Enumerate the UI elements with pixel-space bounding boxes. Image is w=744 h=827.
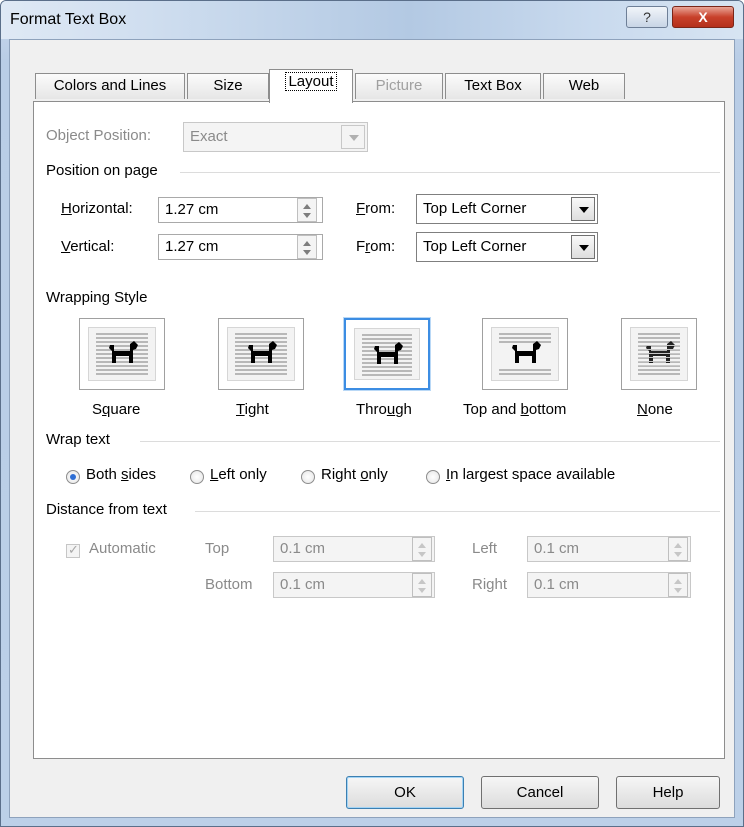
vertical-spinner[interactable]: [297, 235, 317, 259]
distance-from-text-heading: Distance from text: [46, 501, 167, 518]
largest-space-label[interactable]: In largest space available: [446, 466, 615, 483]
spin-up-icon: [418, 579, 426, 584]
right-distance-input: 0.1 cm: [527, 572, 691, 598]
largest-space-radio[interactable]: [426, 470, 440, 484]
top-label: Top: [205, 540, 230, 557]
title-help-button[interactable]: ?: [626, 6, 668, 28]
spin-up-icon: [674, 543, 682, 548]
spin-up-icon: [674, 579, 682, 584]
both-sides-radio[interactable]: [66, 470, 80, 484]
spin-down-icon: [418, 588, 426, 593]
wrap-through-button[interactable]: [344, 318, 430, 390]
bottom-distance-input: 0.1 cm: [273, 572, 435, 598]
chevron-down-icon: [341, 125, 365, 149]
wrap-top-bottom-button[interactable]: [482, 318, 568, 390]
wrap-square-button[interactable]: [79, 318, 165, 390]
ok-button[interactable]: OK: [346, 776, 464, 809]
horizontal-from-select[interactable]: Top Left Corner: [416, 194, 598, 224]
wrap-top-bottom-label: Top and bottom: [463, 401, 567, 418]
both-sides-label[interactable]: Both sides: [86, 466, 156, 483]
divider: [140, 441, 720, 442]
vertical-from-select[interactable]: Top Left Corner: [416, 232, 598, 262]
right-only-label[interactable]: Right only: [321, 466, 388, 483]
wrap-text-heading: Wrap text: [46, 431, 110, 448]
wrap-none-button[interactable]: [621, 318, 697, 390]
tab-web[interactable]: Web: [543, 73, 625, 99]
position-on-page-heading: Position on page: [46, 162, 158, 179]
left-only-radio[interactable]: [190, 470, 204, 484]
automatic-checkbox: [66, 542, 80, 558]
spin-down-icon: [418, 552, 426, 557]
top-spinner: [412, 537, 432, 561]
right-only-radio[interactable]: [301, 470, 315, 484]
wrap-through-label: Through: [356, 401, 412, 418]
bottom-spinner: [412, 573, 432, 597]
dog-square-icon: [96, 333, 148, 375]
close-button[interactable]: X: [672, 6, 734, 28]
cancel-button[interactable]: Cancel: [481, 776, 599, 809]
top-distance-input: 0.1 cm: [273, 536, 435, 562]
object-position-label: Object Position:: [46, 127, 152, 144]
spin-up-icon: [418, 543, 426, 548]
help-button[interactable]: Help: [616, 776, 720, 809]
dog-tight-icon: [235, 333, 287, 375]
spin-down-icon: [674, 552, 682, 557]
close-icon: X: [698, 9, 708, 25]
help-icon: ?: [643, 9, 651, 25]
wrap-tight-label: Tight: [236, 401, 269, 418]
spin-up-icon: [303, 204, 311, 209]
right-label: Right: [472, 576, 508, 593]
horizontal-label: Horizontal:: [61, 200, 133, 217]
dog-through-icon: [362, 334, 412, 376]
tab-size[interactable]: Size: [187, 73, 269, 99]
wrapping-style-heading: Wrapping Style: [46, 289, 148, 306]
tab-picture: Picture: [355, 73, 443, 99]
horizontal-spinner[interactable]: [297, 198, 317, 222]
horizontal-from-label: From:: [356, 200, 396, 217]
spin-down-icon: [674, 588, 682, 593]
spin-down-icon: [303, 213, 311, 218]
dialog-title: Format Text Box: [10, 11, 127, 28]
vertical-label: Vertical:: [61, 238, 115, 255]
object-position-select: Exact: [183, 122, 368, 152]
wrap-none-label: None: [637, 401, 673, 418]
divider: [180, 172, 720, 173]
title-bar[interactable]: Format Text Box ? X: [1, 1, 743, 39]
right-spinner: [668, 573, 688, 597]
automatic-label: Automatic: [89, 540, 156, 557]
spin-down-icon: [303, 250, 311, 255]
divider: [195, 511, 720, 512]
chevron-down-icon[interactable]: [571, 235, 595, 259]
tab-colors-and-lines[interactable]: Colors and Lines: [35, 73, 185, 99]
dog-top-bottom-icon: [499, 333, 551, 375]
tab-layout[interactable]: Layout: [269, 69, 353, 103]
vertical-from-label: From:: [356, 238, 396, 255]
left-distance-input: 0.1 cm: [527, 536, 691, 562]
dog-none-icon: [638, 333, 680, 375]
tab-text-box[interactable]: Text Box: [445, 73, 541, 99]
wrap-square-label: Square: [92, 401, 141, 418]
left-label: Left: [472, 540, 498, 557]
left-only-label[interactable]: Left only: [210, 466, 267, 483]
left-spinner: [668, 537, 688, 561]
wrap-tight-button[interactable]: [218, 318, 304, 390]
bottom-label: Bottom: [205, 576, 253, 593]
spin-up-icon: [303, 241, 311, 246]
chevron-down-icon[interactable]: [571, 197, 595, 221]
